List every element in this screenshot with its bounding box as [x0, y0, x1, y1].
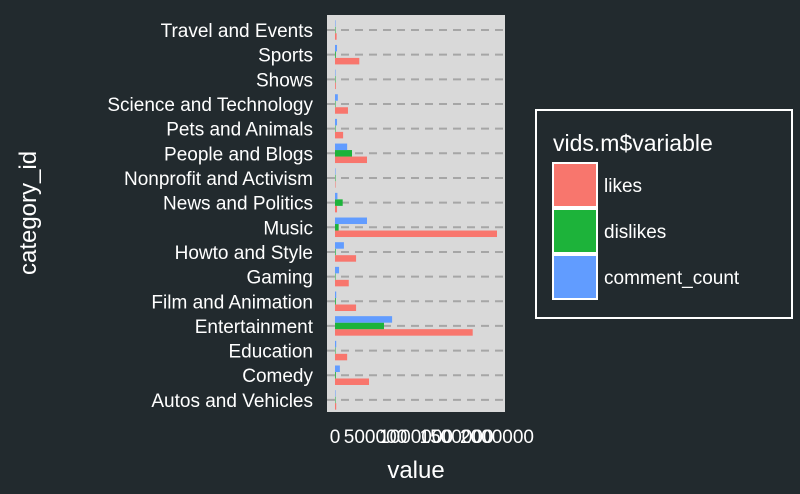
bar-likes	[335, 57, 360, 65]
bar-comment_count	[335, 365, 340, 372]
category-label: Sports	[258, 46, 313, 67]
bar-likes	[335, 279, 349, 287]
category-label: Film and Animation	[151, 292, 313, 313]
bar-dislikes	[335, 125, 336, 132]
category-label: Travel and Events	[161, 21, 313, 42]
bar-comment_count	[335, 20, 336, 27]
bar-dislikes	[335, 298, 336, 305]
category-label: Pets and Animals	[166, 120, 313, 141]
legend-key-likes	[552, 162, 598, 208]
bar-likes	[335, 156, 367, 164]
x-axis-title: value	[387, 457, 444, 484]
bar-comment_count	[335, 291, 337, 299]
legend-label: dislikes	[604, 222, 666, 243]
bar-comment_count	[335, 340, 337, 348]
bar-likes	[335, 131, 344, 139]
bar-dislikes	[335, 199, 343, 206]
bar-comment_count	[335, 118, 338, 126]
bar-likes	[335, 33, 337, 40]
category-label: Autos and Vehicles	[151, 391, 313, 412]
bar-likes	[335, 353, 348, 361]
bar-dislikes	[335, 174, 336, 182]
bar-comment_count	[335, 316, 393, 323]
category-label: Howto and Style	[175, 243, 313, 264]
category-label: Science and Technology	[107, 95, 313, 116]
bar-comment_count	[335, 217, 367, 225]
category-label: Music	[263, 218, 313, 239]
category-label: Entertainment	[195, 317, 314, 338]
bar-dislikes	[335, 396, 336, 404]
bar-comment_count	[335, 390, 336, 397]
category-labels: Autos and Vehicles Comedy Education Enterta…	[107, 21, 313, 412]
legend: vids.m$variable likes dislikes comment_cou…	[535, 109, 793, 319]
bar-dislikes	[335, 371, 336, 379]
legend-label: likes	[604, 176, 642, 197]
legend-items: likes dislikes comment_count	[552, 162, 740, 300]
bar-dislikes	[335, 248, 336, 256]
bar-likes	[335, 181, 336, 188]
category-label: Shows	[256, 70, 313, 91]
bar-comment_count	[335, 94, 338, 101]
bar-dislikes	[335, 51, 336, 58]
bar-likes	[335, 304, 357, 312]
bar-chart: Autos and Vehicles Comedy Education Enterta…	[15, 15, 793, 484]
x-tick-labels: 0 500000100000015000002000000	[330, 427, 534, 448]
bar-comment_count	[335, 44, 338, 52]
plot-panel	[327, 15, 505, 412]
bar-dislikes	[335, 26, 336, 34]
x-tick-label: 2000000	[460, 427, 534, 448]
bar-likes	[335, 82, 336, 90]
bar-likes	[335, 378, 370, 385]
bar-comment_count	[335, 143, 348, 151]
legend-label: comment_count	[604, 268, 740, 289]
bar-dislikes	[335, 100, 336, 108]
category-label: People and Blogs	[164, 144, 313, 165]
legend-key-dislikes	[552, 208, 598, 254]
bar-dislikes	[335, 150, 353, 157]
bar-dislikes	[335, 224, 339, 231]
bar-comment_count	[335, 168, 336, 175]
category-label: Comedy	[242, 366, 313, 387]
x-tick-label: 0	[330, 427, 341, 448]
bar-comment_count	[335, 266, 340, 274]
bar-comment_count	[335, 242, 344, 249]
bar-dislikes	[335, 273, 336, 280]
bar-dislikes	[335, 322, 385, 330]
y-axis-title: category_id	[15, 151, 42, 275]
bar-likes	[335, 329, 473, 336]
bar-comment_count	[335, 192, 338, 200]
bar-likes	[335, 255, 357, 262]
bar-likes	[335, 107, 348, 114]
bar-comment_count	[335, 69, 336, 77]
bar-likes	[335, 403, 337, 410]
bar-likes	[335, 205, 338, 213]
category-label: Education	[228, 342, 313, 363]
bar-dislikes	[335, 347, 336, 354]
legend-key-comment_count	[552, 254, 598, 300]
bar-likes	[335, 230, 497, 238]
category-label: Nonprofit and Activism	[124, 169, 313, 190]
legend-title: vids.m$variable	[553, 130, 713, 156]
category-label: Gaming	[246, 268, 313, 289]
bar-dislikes	[335, 76, 336, 83]
category-label: News and Politics	[163, 194, 313, 215]
